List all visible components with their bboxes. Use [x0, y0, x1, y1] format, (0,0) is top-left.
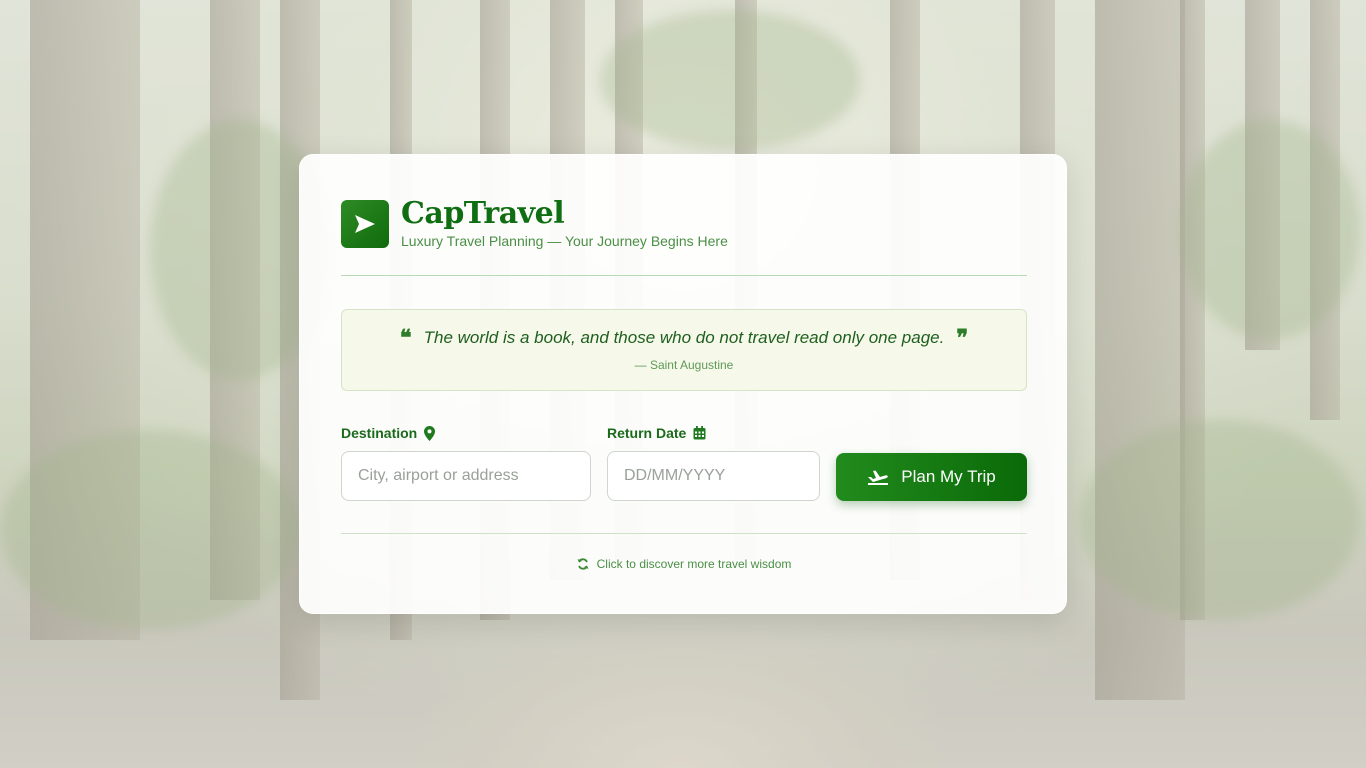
close-quote-icon: ❞	[956, 325, 969, 351]
map-pin-icon	[424, 425, 436, 441]
brand-tagline: Luxury Travel Planning — Your Journey Be…	[401, 233, 728, 249]
calendar-icon	[693, 426, 706, 440]
destination-label-text: Destination	[341, 425, 418, 441]
destination-label: Destination	[341, 425, 436, 441]
plan-my-trip-label: Plan My Trip	[901, 467, 996, 486]
quote-box: ❝ The world is a book, and those who do …	[341, 309, 1027, 391]
return-date-label-text: Return Date	[607, 425, 687, 441]
plane-departure-icon	[868, 470, 889, 485]
open-quote-icon: ❝	[399, 325, 412, 351]
discover-wisdom-link[interactable]: Click to discover more travel wisdom	[300, 557, 1068, 571]
refresh-icon	[577, 558, 589, 570]
brand-header: CapTravel Luxury Travel Planning — Your …	[341, 199, 728, 249]
header-divider	[341, 275, 1027, 276]
return-date-input[interactable]	[607, 451, 820, 501]
trip-planner-card: CapTravel Luxury Travel Planning — Your …	[299, 154, 1067, 614]
plan-my-trip-button[interactable]: Plan My Trip	[836, 453, 1027, 501]
return-date-label: Return Date	[607, 425, 706, 441]
quote-text: The world is a book, and those who do no…	[423, 328, 945, 347]
brand-name: CapTravel	[401, 196, 565, 231]
quote-author: — Saint Augustine	[634, 358, 734, 372]
destination-input[interactable]	[341, 451, 591, 501]
footer-divider	[341, 533, 1027, 534]
paper-plane-icon	[341, 200, 389, 248]
discover-wisdom-label: Click to discover more travel wisdom	[596, 557, 792, 571]
